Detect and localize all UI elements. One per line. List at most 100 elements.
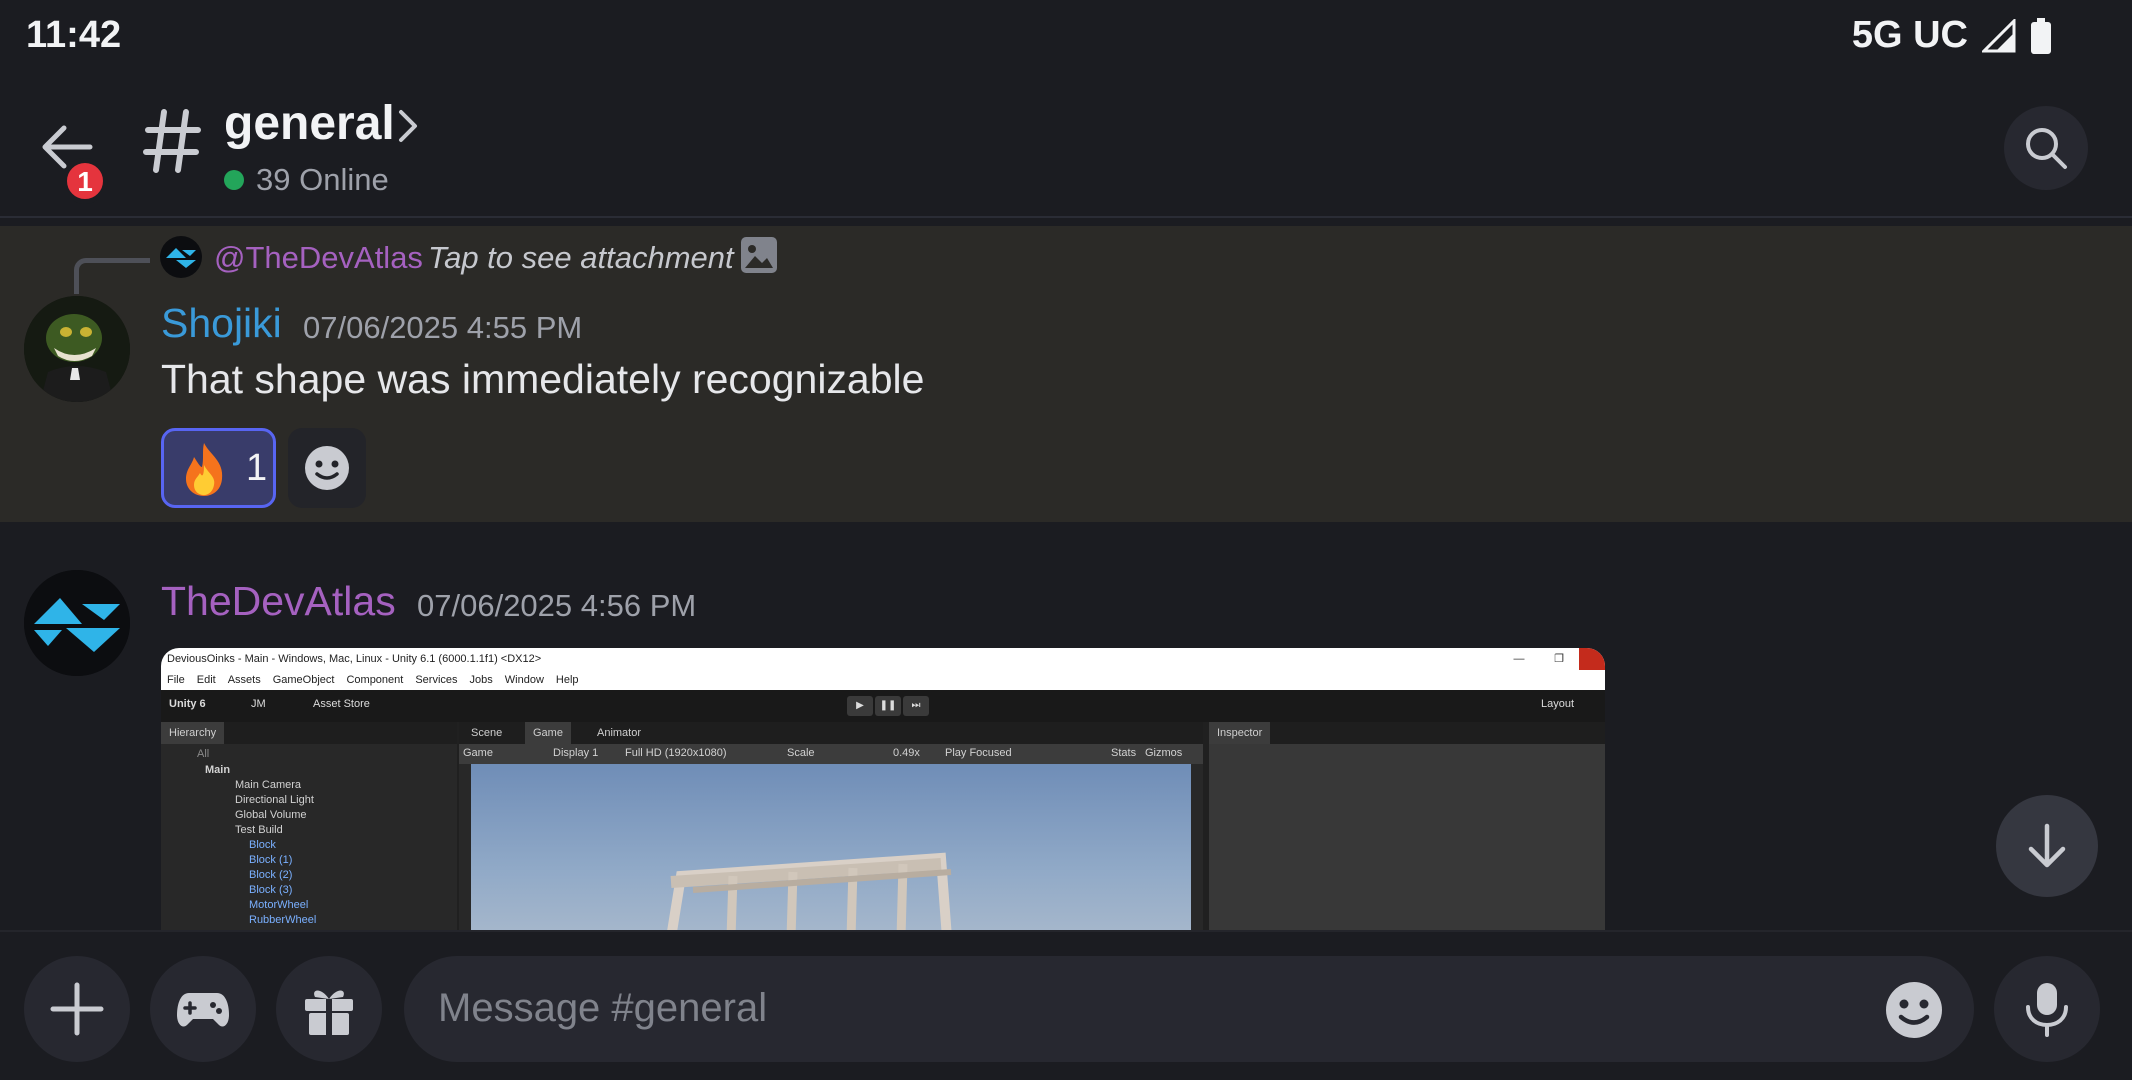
battery-icon <box>2031 17 2051 54</box>
add-attachment-button[interactable] <box>24 956 130 1062</box>
avatar[interactable] <box>24 296 130 402</box>
inspector-tabbar: Inspector <box>1209 722 1605 744</box>
unread-badge: 1 <box>62 158 108 204</box>
message-author[interactable]: Shojiki <box>161 300 282 347</box>
scene-structure-image <box>667 852 952 930</box>
message-author[interactable]: TheDevAtlas <box>161 578 396 625</box>
game-viewport <box>471 764 1191 930</box>
message-text: That shape was immediately recognizable <box>161 356 925 402</box>
gift-button[interactable] <box>276 956 382 1062</box>
menu-item: GameObject <box>272 674 335 686</box>
channel-hash-icon <box>143 109 201 173</box>
display-select: Display 1 <box>553 747 599 759</box>
menu-item: Component <box>346 674 404 686</box>
reply-connector <box>74 258 150 294</box>
hierarchy-row: Block (1) <box>249 854 293 866</box>
online-dot-icon <box>224 170 244 190</box>
unity-menubar: File Edit Assets GameObject Component Se… <box>161 670 1605 690</box>
unity-window-title: DeviousOinks - Main - Windows, Mac, Linu… <box>167 653 542 665</box>
window-controls: — ❐ <box>1499 648 1605 670</box>
game-panel: Scene Game Animator Game Display 1 Full … <box>459 722 1203 930</box>
hierarchy-panel: Hierarchy All Main Main Camera Direction… <box>161 722 457 930</box>
gift-icon <box>305 990 353 1035</box>
arrow-down-icon <box>2028 823 2066 868</box>
message-input[interactable] <box>438 978 1818 1038</box>
restore-icon: ❐ <box>1554 653 1564 665</box>
account-label: JM <box>251 698 266 710</box>
user-avatar-image <box>24 296 130 402</box>
smiley-icon <box>305 446 349 490</box>
unity-toolbar: Unity 6 JM Asset Store ▶ ❚❚ ⏭ Layout <box>161 690 1605 722</box>
layout-label: Layout <box>1541 698 1575 710</box>
resolution-select: Full HD (1920x1080) <box>625 747 727 759</box>
hierarchy-row: Main <box>205 764 231 776</box>
hierarchy-tab: Hierarchy <box>161 722 225 744</box>
unity-titlebar: DeviousOinks - Main - Windows, Mac, Linu… <box>161 648 1605 670</box>
step-icon: ⏭ <box>903 696 929 716</box>
add-reaction-button[interactable] <box>288 428 366 508</box>
scale-value: 0.49x <box>893 747 920 759</box>
hierarchy-tabbar: Hierarchy <box>161 722 457 744</box>
hierarchy-row: Block (3) <box>249 884 293 896</box>
game-toolbar: Game Display 1 Full HD (1920x1080) Scale… <box>459 744 1203 764</box>
menu-item: File <box>167 674 185 686</box>
status-indicators: 5G UC <box>1852 14 2052 57</box>
message-timestamp: 07/06/2025 4:55 PM <box>303 310 583 345</box>
reaction-fire[interactable]: 1 <box>161 428 276 508</box>
scene-tabbar: Scene Game Animator <box>459 722 1203 744</box>
online-label: 39 Online <box>256 162 389 197</box>
hierarchy-row: Directional Light <box>235 794 314 806</box>
menu-item: Jobs <box>469 674 493 686</box>
menu-item: Window <box>504 674 544 686</box>
stats-toggle: Stats <box>1111 747 1137 759</box>
voice-message-button[interactable] <box>1994 956 2100 1062</box>
minimize-icon: — <box>1513 653 1525 665</box>
status-bar: 11:42 5G UC <box>0 0 2132 70</box>
reply-preview[interactable]: Tap to see attachment <box>428 240 734 276</box>
devatlas-logo-icon <box>166 248 196 268</box>
reply-author[interactable]: @TheDevAtlas <box>214 240 423 276</box>
channel-name[interactable]: general <box>224 96 395 151</box>
message-input-container[interactable] <box>404 956 1974 1062</box>
menu-item: Edit <box>196 674 216 686</box>
tab-animator: Animator <box>597 727 642 739</box>
game-view-select: Game <box>463 747 493 759</box>
message-timestamp: 07/06/2025 4:56 PM <box>417 588 697 623</box>
channel-header: 1 general 39 Online <box>0 70 2132 218</box>
search-button[interactable] <box>2004 106 2088 190</box>
menu-item: Help <box>555 674 579 686</box>
message-list[interactable]: @TheDevAtlas Tap to see attachment Shoji… <box>0 220 2132 930</box>
image-attachment[interactable]: DeviousOinks - Main - Windows, Mac, Linu… <box>161 648 1605 930</box>
hierarchy-row: MotorWheel <box>249 899 309 911</box>
jump-to-present-button[interactable] <box>1996 795 2098 897</box>
unity-version: Unity 6 <box>169 698 206 710</box>
hierarchy-row: Test Build <box>235 824 283 836</box>
devatlas-logo-icon <box>24 570 130 676</box>
menu-item: Services <box>415 674 458 686</box>
status-time: 11:42 <box>26 14 122 56</box>
activities-button[interactable] <box>150 956 256 1062</box>
hierarchy-row: Block <box>249 839 276 851</box>
close-icon <box>1579 648 1605 670</box>
reply-avatar[interactable] <box>160 236 202 278</box>
reaction-count: 1 <box>246 447 268 489</box>
chevron-right-icon[interactable] <box>396 108 420 144</box>
avatar[interactable] <box>24 570 130 676</box>
microphone-icon <box>2026 983 2068 1037</box>
asset-store-label: Asset Store <box>313 698 370 710</box>
fire-icon <box>186 443 223 496</box>
scale-label: Scale <box>787 747 815 759</box>
emoji-picker-icon[interactable] <box>1884 980 1944 1040</box>
pause-icon: ❚❚ <box>875 696 901 716</box>
tab-game: Game <box>525 722 571 744</box>
network-label: 5G UC <box>1851 14 1968 56</box>
inspector-panel: Inspector <box>1209 722 1605 930</box>
hierarchy-row: Global Volume <box>235 809 307 821</box>
hierarchy-row: RubberWheel <box>249 914 317 926</box>
search-icon <box>2026 128 2067 169</box>
inspector-tab: Inspector <box>1209 722 1271 744</box>
play-mode-select: Play Focused <box>945 747 1012 759</box>
gamepad-icon <box>177 993 229 1027</box>
message-item[interactable]: @TheDevAtlas Tap to see attachment Shoji… <box>0 226 2132 522</box>
hierarchy-row: Main Camera <box>235 779 302 791</box>
